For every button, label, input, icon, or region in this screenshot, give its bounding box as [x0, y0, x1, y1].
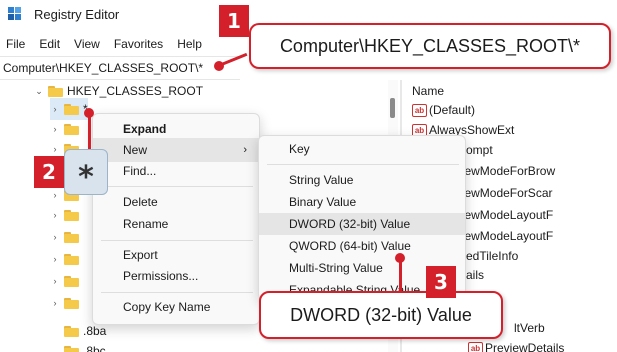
annotation-dot — [214, 61, 224, 71]
annotation-callout-1: Computer\HKEY_CLASSES_ROOT\* — [249, 23, 611, 69]
tree-item-asterisk[interactable]: › * — [50, 98, 88, 120]
zoom-asterisk: * — [64, 149, 108, 195]
folder-icon — [64, 325, 79, 337]
chevron-right-icon[interactable]: › — [50, 298, 60, 308]
value-name: (Default) — [429, 103, 476, 117]
sub-key[interactable]: Key — [259, 138, 465, 160]
tree-item-label: .8ba — [83, 324, 107, 338]
annotation-callout-3: DWORD (32-bit) Value — [259, 291, 503, 339]
annotation-text: DWORD (32-bit) Value — [290, 304, 472, 325]
menu-divider — [267, 164, 459, 165]
annotation-text: Computer\HKEY_CLASSES_ROOT\* — [279, 35, 581, 56]
chevron-down-icon[interactable]: ⌄ — [34, 86, 44, 97]
tree-item[interactable]: › — [50, 226, 83, 248]
ctx-permissions[interactable]: Permissions... — [93, 264, 259, 288]
tree-root-label: HKEY_CLASSES_ROOT — [67, 84, 204, 98]
value-name: edTileInfo — [466, 249, 519, 263]
address-bar[interactable]: Computer\HKEY_CLASSES_ROOT\* — [0, 56, 240, 80]
menu-favorites[interactable]: Favorites — [107, 34, 170, 54]
annotation-connector — [399, 258, 402, 292]
annotation-dot — [84, 108, 94, 118]
string-value-icon: ab — [412, 103, 427, 117]
value-name: ltVerb — [514, 321, 545, 335]
value-name: ails — [466, 268, 485, 282]
tree-item[interactable]: › — [50, 204, 83, 226]
tree-item[interactable]: › — [50, 118, 83, 140]
ctx-find[interactable]: Find... — [93, 159, 259, 183]
sub-dword-value[interactable]: DWORD (32-bit) Value — [259, 213, 465, 235]
chevron-right-icon[interactable]: › — [50, 104, 60, 114]
folder-icon — [64, 209, 79, 221]
value-row[interactable]: ViewModeForBrow — [454, 161, 555, 181]
folder-icon — [64, 345, 79, 352]
context-menu: Expand New › Find... Delete Rename Expor… — [92, 113, 260, 325]
ctx-rename[interactable]: Rename — [93, 212, 259, 236]
tree-item[interactable]: › — [50, 292, 83, 314]
value-name: ViewModeForScar — [454, 186, 553, 200]
menu-view[interactable]: View — [67, 34, 107, 54]
folder-icon — [64, 253, 79, 265]
step-badge-2: 2 — [34, 156, 64, 188]
chevron-right-icon[interactable]: › — [50, 124, 60, 134]
folder-icon — [64, 103, 79, 115]
value-name: ViewModeForBrow — [454, 164, 556, 178]
ctx-copy-key-name[interactable]: Copy Key Name — [93, 295, 259, 319]
chevron-right-icon[interactable]: › — [50, 144, 60, 154]
menu-file[interactable]: File — [0, 34, 32, 54]
value-row[interactable]: ViewModeLayoutF — [454, 205, 553, 225]
step-badge-1: 1 — [219, 5, 249, 37]
value-name: ViewModeLayoutF — [454, 229, 554, 243]
value-row[interactable]: ViewModeForScar — [454, 183, 552, 203]
value-row[interactable]: ails — [466, 265, 484, 285]
folder-icon — [64, 231, 79, 243]
step-badge-3: 3 — [426, 266, 456, 298]
chevron-right-icon[interactable]: › — [50, 190, 60, 200]
chevron-right-icon[interactable]: › — [50, 276, 60, 286]
tree-item-label: .8bc — [83, 344, 106, 352]
value-row[interactable]: ltVerb — [514, 318, 545, 338]
tree-item[interactable]: › — [50, 248, 83, 270]
value-name: PreviewDetails — [485, 341, 565, 352]
value-row[interactable]: edTileInfo — [466, 246, 518, 266]
value-row[interactable]: ViewModeLayoutF — [454, 226, 553, 246]
folder-icon — [64, 297, 79, 309]
value-row[interactable]: ab (Default) — [412, 100, 475, 120]
folder-icon — [64, 123, 79, 135]
annotation-dot — [395, 253, 405, 263]
value-name: ViewModeLayoutF — [454, 208, 554, 222]
menu-edit[interactable]: Edit — [32, 34, 67, 54]
menu-divider — [101, 186, 253, 187]
folder-icon — [64, 275, 79, 287]
sub-qword-value[interactable]: QWORD (64-bit) Value — [259, 235, 465, 257]
tree-item[interactable]: › — [50, 270, 83, 292]
menu-bar: File Edit View Favorites Help — [0, 34, 209, 54]
chevron-right-icon[interactable]: › — [50, 232, 60, 242]
address-path: Computer\HKEY_CLASSES_ROOT\* — [3, 61, 204, 75]
chevron-right-icon[interactable]: › — [50, 254, 60, 264]
sub-string-value[interactable]: String Value — [259, 169, 465, 191]
window-title: Registry Editor — [34, 7, 120, 22]
scroll-thumb[interactable] — [390, 98, 395, 118]
ctx-delete[interactable]: Delete — [93, 190, 259, 214]
registry-editor-icon — [8, 7, 21, 20]
folder-icon — [48, 85, 63, 97]
menu-divider — [101, 240, 253, 241]
value-row[interactable]: ab PreviewDetails — [468, 338, 564, 352]
column-header-name[interactable]: Name — [412, 84, 444, 98]
sub-binary-value[interactable]: Binary Value — [259, 191, 465, 213]
string-value-icon: ab — [468, 341, 483, 352]
chevron-right-icon[interactable]: › — [50, 210, 60, 220]
menu-help[interactable]: Help — [170, 34, 209, 54]
tree-item-8bc[interactable]: .8bc — [64, 340, 106, 352]
menu-divider — [101, 292, 253, 293]
ctx-new-label: New — [123, 143, 148, 157]
